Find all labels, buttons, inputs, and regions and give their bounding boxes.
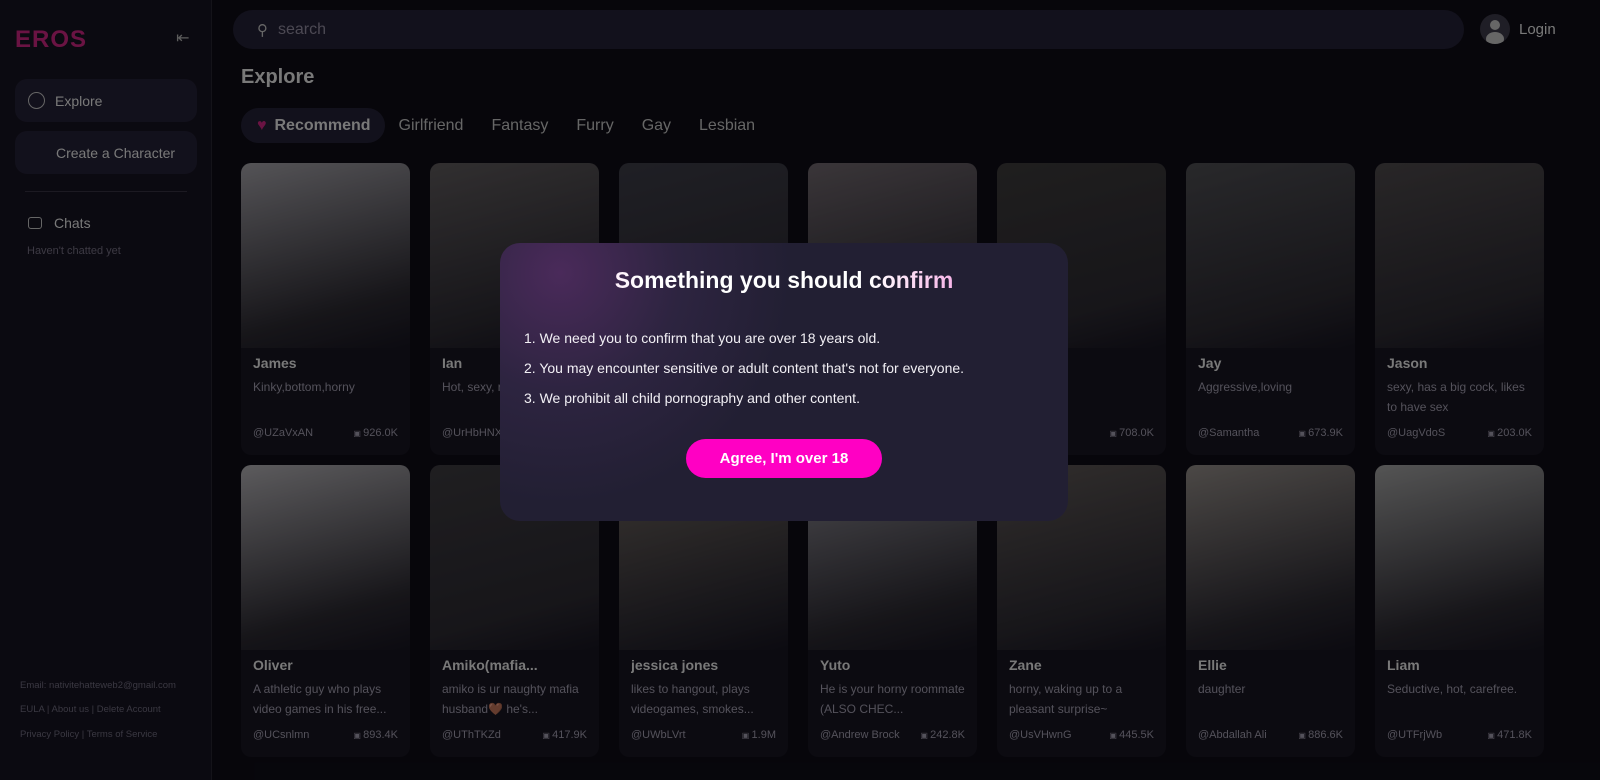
age-confirm-modal: Something you should confirm 1. We need …: [500, 243, 1068, 521]
modal-item: 2. You may encounter sensitive or adult …: [524, 360, 965, 376]
modal-list: 1. We need you to confirm that you are o…: [524, 323, 964, 413]
modal-item: 3. We prohibit all child pornography and…: [524, 390, 860, 406]
modal-item: 1. We need you to confirm that you are o…: [524, 330, 881, 346]
agree-button[interactable]: Agree, I'm over 18: [686, 439, 882, 478]
modal-title: Something you should confirm: [500, 267, 1068, 294]
